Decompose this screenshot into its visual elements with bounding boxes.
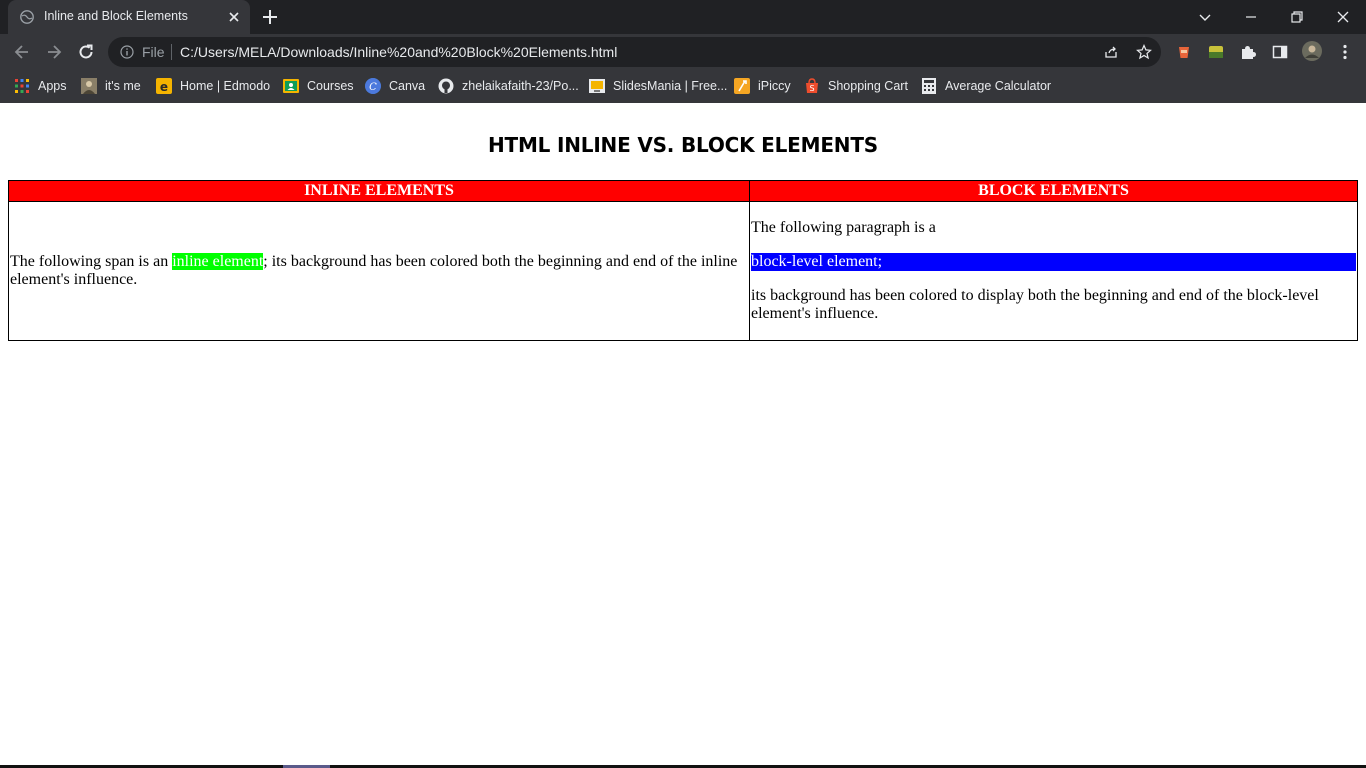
reload-icon[interactable]: [76, 42, 96, 62]
bookmark-apps[interactable]: Apps: [14, 76, 67, 96]
bookmark-label: it's me: [105, 79, 141, 93]
table-header-row: INLINE ELEMENTS BLOCK ELEMENTS: [8, 180, 1358, 202]
minimize-icon[interactable]: [1242, 8, 1260, 26]
address-divider: [171, 44, 172, 60]
block-level-element: block-level element;: [751, 253, 1356, 271]
bookmark-label: Canva: [389, 79, 426, 93]
extension-cup-icon[interactable]: [1175, 43, 1193, 61]
svg-text:S: S: [809, 84, 814, 93]
edmodo-icon: e: [156, 78, 172, 94]
profile-avatar[interactable]: [1302, 41, 1322, 61]
browser-tab[interactable]: Inline and Block Elements: [8, 0, 250, 34]
extension-window-icon[interactable]: [1207, 43, 1225, 61]
tab-strip: Inline and Block Elements: [0, 0, 1366, 34]
bookmark-ipiccy[interactable]: iPiccy: [734, 76, 791, 96]
classroom-icon: [283, 79, 299, 93]
browser-toolbar: File C:/Users/MELA/Downloads/Inline%20an…: [0, 34, 1366, 70]
ipiccy-icon: [734, 78, 750, 94]
bookmark-label: SlidesMania | Free...: [613, 79, 728, 93]
block-intro-paragraph: The following paragraph is a: [751, 219, 936, 236]
inline-elements-header: INLINE ELEMENTS: [8, 180, 750, 202]
block-elements-header: BLOCK ELEMENTS: [749, 180, 1358, 202]
bookmark-label: iPiccy: [758, 79, 791, 93]
comparison-table: INLINE ELEMENTS BLOCK ELEMENTS The follo…: [8, 180, 1358, 341]
apps-grid-icon: [15, 79, 29, 93]
canva-icon: C: [365, 78, 381, 94]
inline-text-before: The following span is an: [10, 253, 173, 270]
back-arrow-icon[interactable]: [12, 42, 32, 62]
slides-icon: [589, 79, 605, 93]
address-bar[interactable]: File C:/Users/MELA/Downloads/Inline%20an…: [108, 37, 1161, 67]
bookmark-canva[interactable]: C Canva: [365, 76, 425, 96]
extensions-puzzle-icon[interactable]: [1239, 43, 1257, 61]
side-panel-icon[interactable]: [1271, 43, 1289, 61]
bookmark-label: Home | Edmodo: [180, 79, 271, 93]
bookmark-its-me[interactable]: it's me: [81, 76, 141, 96]
block-example-cell: The following paragraph is a block-level…: [749, 201, 1358, 341]
bookmark-label: Average Calculator: [945, 79, 1052, 93]
bookmark-star-icon[interactable]: [1136, 44, 1152, 60]
svg-text:e: e: [160, 80, 168, 94]
bookmark-edmodo[interactable]: e Home | Edmodo: [156, 76, 270, 96]
share-icon[interactable]: [1103, 44, 1119, 60]
info-icon[interactable]: [120, 45, 134, 59]
bookmark-shopping-cart[interactable]: S Shopping Cart: [804, 76, 908, 96]
scheme-label: File: [142, 44, 165, 60]
bookmark-average-calculator[interactable]: Average Calculator: [921, 76, 1051, 96]
photo-icon: [81, 78, 97, 94]
bookmark-label: Courses: [307, 79, 354, 93]
bookmark-courses[interactable]: Courses: [283, 76, 354, 96]
shopping-bag-icon: S: [806, 78, 818, 93]
inline-element-span: inline element: [172, 253, 264, 270]
bookmark-label: zhelaikafaith-23/Po...: [462, 79, 579, 93]
close-tab-icon[interactable]: [226, 9, 242, 25]
tab-title: Inline and Block Elements: [44, 9, 188, 23]
page-title: HTML INLINE VS. BLOCK ELEMENTS: [488, 133, 878, 157]
calculator-icon: [922, 78, 936, 94]
close-window-icon[interactable]: [1334, 8, 1352, 26]
table-row: The following span is an inline element;…: [8, 201, 1358, 341]
svg-text:C: C: [369, 82, 377, 93]
url-text[interactable]: C:/Users/MELA/Downloads/Inline%20and%20B…: [180, 44, 617, 60]
bookmark-label: Apps: [38, 79, 67, 93]
github-icon: [438, 78, 454, 94]
bookmark-label: Shopping Cart: [828, 79, 908, 93]
bookmark-github[interactable]: zhelaikafaith-23/Po...: [438, 76, 579, 96]
inline-example-cell: The following span is an inline element;…: [8, 201, 750, 341]
bookmarks-bar: Apps it's me e Home | Edmodo Courses C C…: [0, 70, 1366, 103]
globe-icon: [20, 10, 34, 24]
menu-dots-icon[interactable]: [1336, 43, 1354, 61]
new-tab-icon[interactable]: [261, 8, 279, 26]
tab-search-icon[interactable]: [1196, 8, 1214, 26]
bookmark-slidesmania[interactable]: SlidesMania | Free...: [589, 76, 727, 96]
forward-arrow-icon[interactable]: [44, 42, 64, 62]
block-explanation-paragraph: its background has been colored to displ…: [751, 287, 1319, 322]
restore-icon[interactable]: [1288, 8, 1306, 26]
page-content: HTML INLINE VS. BLOCK ELEMENTS INLINE EL…: [0, 103, 1366, 768]
